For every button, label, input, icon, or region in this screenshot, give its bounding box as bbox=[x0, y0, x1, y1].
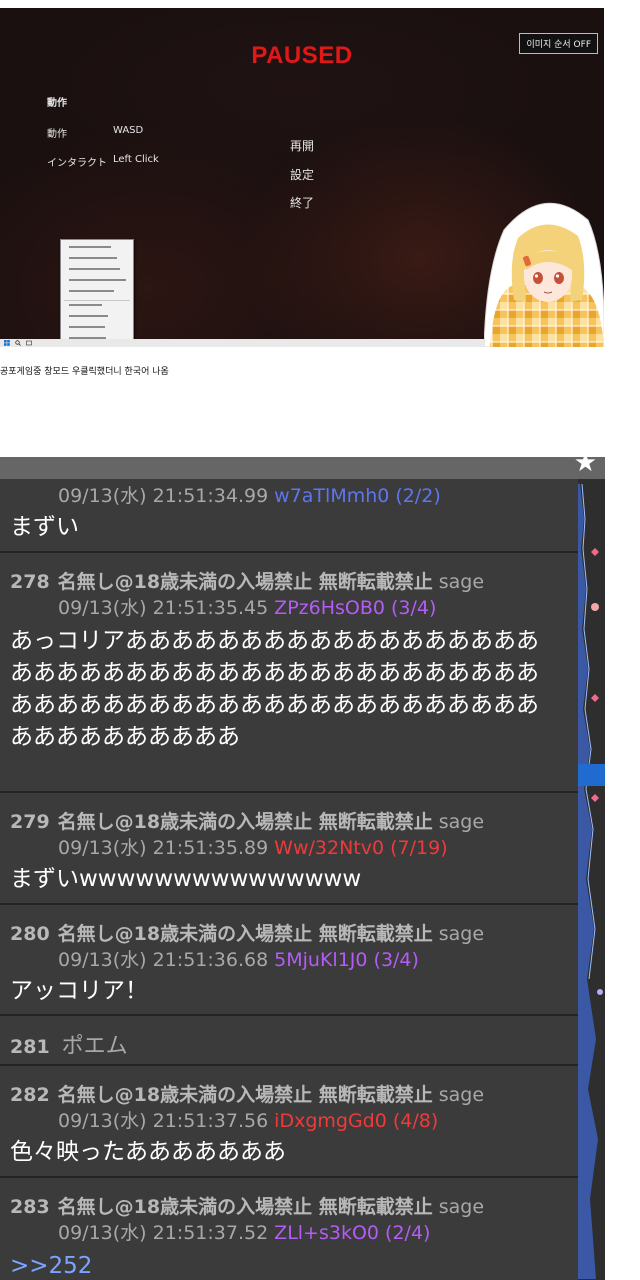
settings-menu-item[interactable]: 設定 bbox=[290, 166, 314, 183]
post-datetime: 09/13(水) 21:51:35.89 bbox=[58, 837, 269, 859]
avatar-character-image bbox=[484, 202, 604, 347]
star-icon[interactable]: ★ bbox=[574, 457, 597, 476]
post-header: 279 名無し@18歳未満の入場禁止 無断転載禁止 sage bbox=[10, 807, 484, 834]
context-menu-item[interactable] bbox=[69, 246, 129, 254]
post-mail: sage bbox=[438, 923, 485, 945]
post-meta: 09/13(水) 21:51:37.56 iDxgmgGd0 (4/8) bbox=[58, 1106, 438, 1133]
context-menu-item[interactable] bbox=[69, 326, 129, 334]
control-move-label: 動作 bbox=[47, 129, 67, 140]
controls-heading: 動作 bbox=[47, 98, 67, 109]
thread-post-list: 09/13(水) 21:51:34.99 w7aTlMmh0 (2/2) まずい … bbox=[0, 479, 578, 1280]
context-menu-item[interactable] bbox=[69, 304, 129, 312]
list-item[interactable]: 282 名無し@18歳未満の入場禁止 無断転載禁止 sage 09/13(水) 21… bbox=[0, 1066, 578, 1178]
post-datetime: 09/13(水) 21:51:37.52 bbox=[58, 1222, 269, 1244]
list-item[interactable]: 09/13(水) 21:51:34.99 w7aTlMmh0 (2/2) まずい bbox=[0, 479, 578, 553]
resume-menu-item[interactable]: 再開 bbox=[290, 137, 314, 154]
post-datetime: 09/13(水) 21:51:34.99 bbox=[58, 485, 269, 507]
post-name: 名無し@18歳未満の入場禁止 無断転載禁止 bbox=[57, 923, 433, 945]
post-mail: sage bbox=[438, 571, 485, 593]
post-number[interactable]: 282 bbox=[10, 1084, 50, 1106]
post-id[interactable]: Ww/32Ntv0 (7/19) bbox=[274, 837, 447, 859]
post-header: 283 名無し@18歳未満の入場禁止 無断転載禁止 sage bbox=[10, 1192, 484, 1219]
post-number[interactable]: 278 bbox=[10, 571, 50, 593]
control-move-key: WASD bbox=[113, 125, 144, 136]
post-header: 280 名無し@18歳未満の入場禁止 無断転載禁止 sage bbox=[10, 919, 484, 946]
post-id[interactable]: 5MjuKl1J0 (3/4) bbox=[274, 949, 419, 971]
list-item[interactable]: 281 ポエム bbox=[0, 1016, 578, 1066]
post-datetime: 09/13(水) 21:51:35.45 bbox=[58, 597, 269, 619]
post-meta: 09/13(水) 21:51:35.89 Ww/32Ntv0 (7/19) bbox=[58, 833, 448, 860]
thread-timeline-scrollbar[interactable] bbox=[578, 479, 605, 1280]
window-context-menu bbox=[60, 239, 134, 343]
search-icon[interactable] bbox=[15, 340, 21, 346]
post-name: 名無し@18歳未満の入場禁止 無断転載禁止 bbox=[57, 571, 433, 593]
list-item[interactable]: 280 名無し@18歳未満の入場禁止 無断転載禁止 sage 09/13(水) 21… bbox=[0, 905, 578, 1016]
windows-start-icon[interactable] bbox=[4, 340, 10, 346]
post-body: まずいwwwwwwwwwwwwwww bbox=[10, 866, 362, 892]
post-datetime: 09/13(水) 21:51:36.68 bbox=[58, 949, 269, 971]
post-meta: 09/13(水) 21:51:34.99 w7aTlMmh0 (2/2) bbox=[58, 481, 441, 508]
post-header: 282 名無し@18歳未満の入場禁止 無断転載禁止 sage bbox=[10, 1080, 484, 1107]
thread-header-bar: ★ bbox=[0, 457, 605, 479]
task-view-icon[interactable] bbox=[26, 340, 32, 346]
post-number[interactable]: 280 bbox=[10, 923, 50, 945]
post-meta: 09/13(水) 21:51:37.52 ZLl+s3kO0 (2/4) bbox=[58, 1218, 430, 1245]
post-body: まずい bbox=[10, 514, 79, 540]
post-mail: sage bbox=[438, 811, 485, 833]
post-header: 281 ポエム bbox=[10, 1028, 128, 1060]
context-menu-item[interactable] bbox=[69, 315, 129, 323]
post-body: アッコリア！ bbox=[10, 978, 148, 1004]
context-menu-item[interactable] bbox=[69, 268, 129, 276]
post-name: 名無し@18歳未満の入場禁止 無断転載禁止 bbox=[57, 1084, 433, 1106]
post-name: 名無し@18歳未満の入場禁止 無断転載禁止 bbox=[57, 811, 433, 833]
list-item[interactable]: 283 名無し@18歳未満の入場禁止 無断転載禁止 sage 09/13(水) 21… bbox=[0, 1178, 578, 1280]
post-caption: 공포게임중 창모드 우클릭했더니 한국어 나옴 bbox=[0, 367, 169, 377]
reply-anchor-link[interactable]: >>252 bbox=[10, 1250, 92, 1280]
context-menu-item[interactable] bbox=[69, 290, 129, 298]
post-number[interactable]: 279 bbox=[10, 811, 50, 833]
post-id[interactable]: ZLl+s3kO0 (2/4) bbox=[274, 1222, 430, 1244]
post-meta: 09/13(水) 21:51:36.68 5MjuKl1J0 (3/4) bbox=[58, 945, 419, 972]
image-order-toggle-button[interactable]: 이미지 순서 OFF bbox=[519, 33, 598, 54]
game-screenshot: PAUSED 이미지 순서 OFF 動作 動作 WASD インタラクト Left… bbox=[0, 8, 604, 347]
list-item[interactable]: 279 名無し@18歳未満の入場禁止 無断転載禁止 sage 09/13(水) 21… bbox=[0, 793, 578, 905]
post-body: 色々映ったあああああああ bbox=[10, 1139, 286, 1165]
post-id[interactable]: ZPz6HsOB0 (3/4) bbox=[274, 597, 436, 619]
context-menu-divider bbox=[64, 300, 130, 301]
post-name: 名無し@18歳未満の入場禁止 無断転載禁止 bbox=[57, 1196, 433, 1218]
post-body: あっコリアあああああああああああああああああああああああああああああああああああ… bbox=[10, 628, 539, 750]
post-mail: sage bbox=[438, 1084, 485, 1106]
control-interact-label: インタラクト bbox=[47, 158, 107, 169]
post-datetime: 09/13(水) 21:51:37.56 bbox=[58, 1110, 269, 1132]
post-id[interactable]: iDxgmgGd0 (4/8) bbox=[274, 1110, 438, 1132]
list-item[interactable]: 278 名無し@18歳未満の入場禁止 無断転載禁止 sage 09/13(水) 21… bbox=[0, 553, 578, 793]
quit-menu-item[interactable]: 終了 bbox=[290, 194, 314, 211]
post-meta: 09/13(水) 21:51:35.45 ZPz6HsOB0 (3/4) bbox=[58, 593, 436, 620]
windows-taskbar bbox=[0, 339, 485, 347]
post-number[interactable]: 281 bbox=[10, 1036, 50, 1058]
post-id[interactable]: w7aTlMmh0 (2/2) bbox=[274, 485, 441, 507]
paused-title: PAUSED bbox=[251, 42, 353, 69]
context-menu-item[interactable] bbox=[69, 257, 129, 265]
post-mail: sage bbox=[438, 1196, 485, 1218]
control-interact-key: Left Click bbox=[113, 154, 159, 165]
post-number[interactable]: 283 bbox=[10, 1196, 50, 1218]
post-name: ポエム bbox=[61, 1034, 128, 1059]
post-header: 278 名無し@18歳未満の入場禁止 無断転載禁止 sage bbox=[10, 567, 484, 594]
thread-viewer: ★ 09/13(水) 21:51:34.99 w7aTlMmh0 (2/2) まず… bbox=[0, 457, 605, 1280]
context-menu-item[interactable] bbox=[69, 279, 129, 287]
